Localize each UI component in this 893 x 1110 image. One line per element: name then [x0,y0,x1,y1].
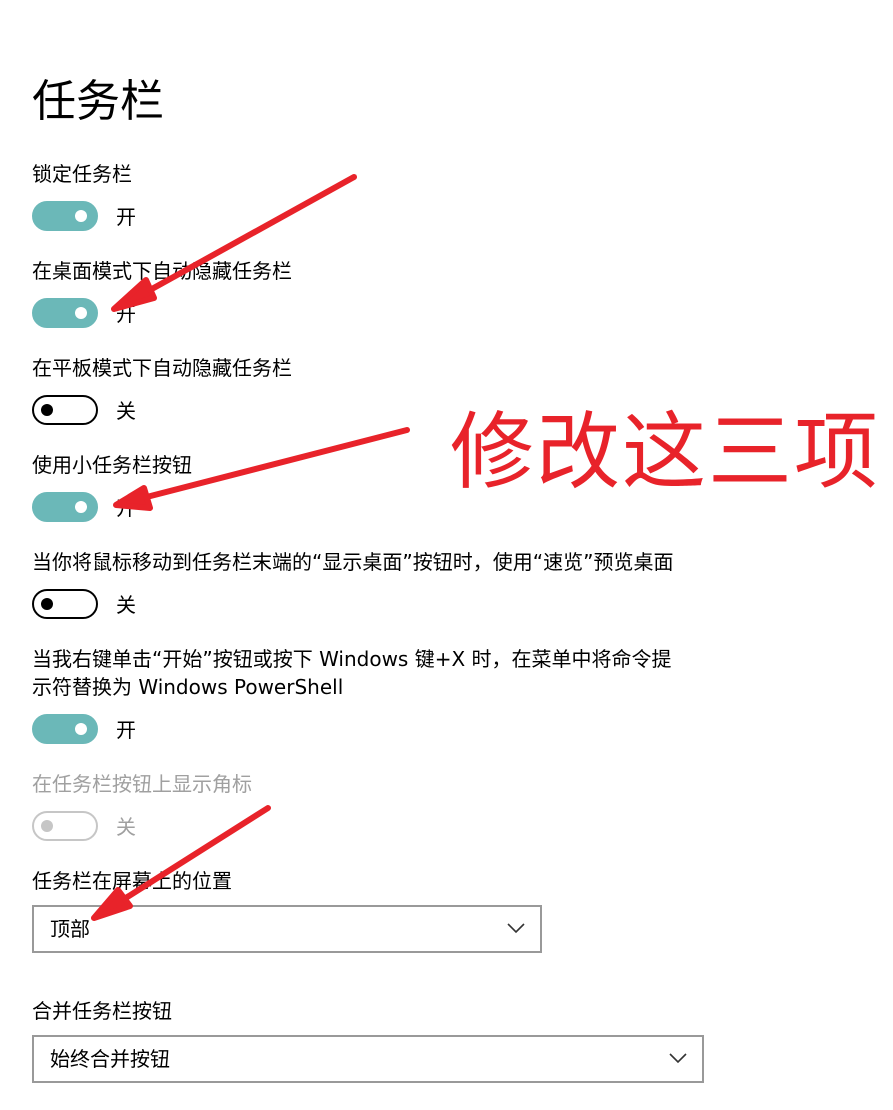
peek-desktop-state: 关 [116,593,136,617]
powershell-label-line2: 示符替换为 Windows PowerShell [32,675,344,699]
small-buttons-toggle[interactable] [32,492,98,522]
combine-buttons-label: 合并任务栏按钮 [32,999,172,1023]
taskbar-position-select[interactable]: 顶部 [32,905,542,953]
combine-buttons-value: 始终合并按钮 [50,1047,170,1071]
powershell-toggle[interactable] [32,714,98,744]
chevron-down-icon [507,923,525,934]
small-buttons-state: 开 [116,496,136,520]
taskbar-position-value: 顶部 [50,917,90,941]
toggle-knob [75,307,87,319]
toggle-knob [75,723,87,735]
toggle-knob [75,210,87,222]
toggle-knob [41,820,53,832]
powershell-state: 开 [116,718,136,742]
badges-label: 在任务栏按钮上显示角标 [32,772,252,796]
toggle-knob [75,501,87,513]
chevron-down-icon [669,1053,687,1064]
auto-hide-desktop-toggle[interactable] [32,298,98,328]
lock-taskbar-state: 开 [116,205,136,229]
auto-hide-tablet-toggle[interactable] [32,395,98,425]
lock-taskbar-label: 锁定任务栏 [32,162,132,186]
badges-toggle [32,811,98,841]
badges-state: 关 [116,815,136,839]
toggle-knob [41,598,53,610]
page-title: 任务栏 [32,76,164,127]
auto-hide-desktop-label: 在桌面模式下自动隐藏任务栏 [32,259,292,283]
small-buttons-label: 使用小任务栏按钮 [32,453,192,477]
red-arrow-icon [111,174,357,312]
taskbar-position-label: 任务栏在屏幕上的位置 [32,869,232,893]
lock-taskbar-toggle[interactable] [32,201,98,231]
peek-desktop-toggle[interactable] [32,589,98,619]
combine-buttons-select[interactable]: 始终合并按钮 [32,1035,704,1083]
annotation-text: 修改这三项 [450,403,881,501]
auto-hide-tablet-label: 在平板模式下自动隐藏任务栏 [32,356,292,380]
auto-hide-desktop-state: 开 [116,302,136,326]
powershell-label-line1: 当我右键单击“开始”按钮或按下 Windows 键+X 时，在菜单中将命令提 [32,647,672,671]
auto-hide-tablet-state: 关 [116,399,136,423]
toggle-knob [41,404,53,416]
peek-desktop-label: 当你将鼠标移动到任务栏末端的“显示桌面”按钮时，使用“速览”预览桌面 [32,550,674,574]
